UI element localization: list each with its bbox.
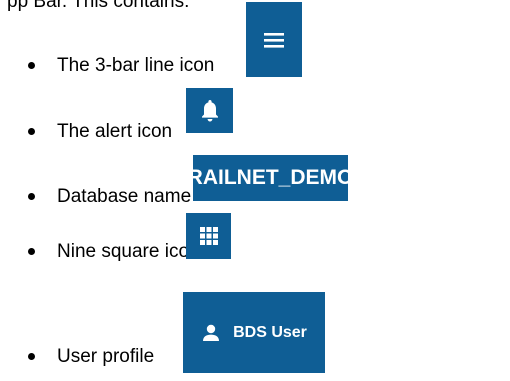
bullet-dot xyxy=(28,248,35,255)
user-icon xyxy=(201,323,221,343)
bell-icon-tile xyxy=(186,88,233,133)
user-profile: BDS User xyxy=(201,323,307,343)
bell-icon xyxy=(199,98,221,124)
bullet-text: The 3-bar line icon xyxy=(57,55,215,76)
bullet-dot xyxy=(28,353,35,360)
bullet-dot xyxy=(28,128,35,135)
menu-icon xyxy=(261,30,287,50)
grid-icon xyxy=(198,225,220,247)
bullet-text: User profile xyxy=(57,346,155,367)
bullet-text: The alert icon xyxy=(57,121,173,142)
intro-text: pp Bar. This contains: xyxy=(7,0,190,12)
menu-icon-tile xyxy=(246,2,302,77)
bullet-dot xyxy=(28,193,35,200)
user-name: BDS User xyxy=(233,323,307,341)
user-profile-tile: BDS User xyxy=(183,292,325,373)
bullet-text: Nine square icon xyxy=(57,241,200,262)
database-name-tile: RAILNET_DEMO xyxy=(188,155,353,201)
bullet-text: Database name xyxy=(57,186,192,207)
bullet-dot xyxy=(28,62,35,69)
grid-icon-tile xyxy=(186,213,231,259)
database-name: RAILNET_DEMO xyxy=(187,166,354,189)
